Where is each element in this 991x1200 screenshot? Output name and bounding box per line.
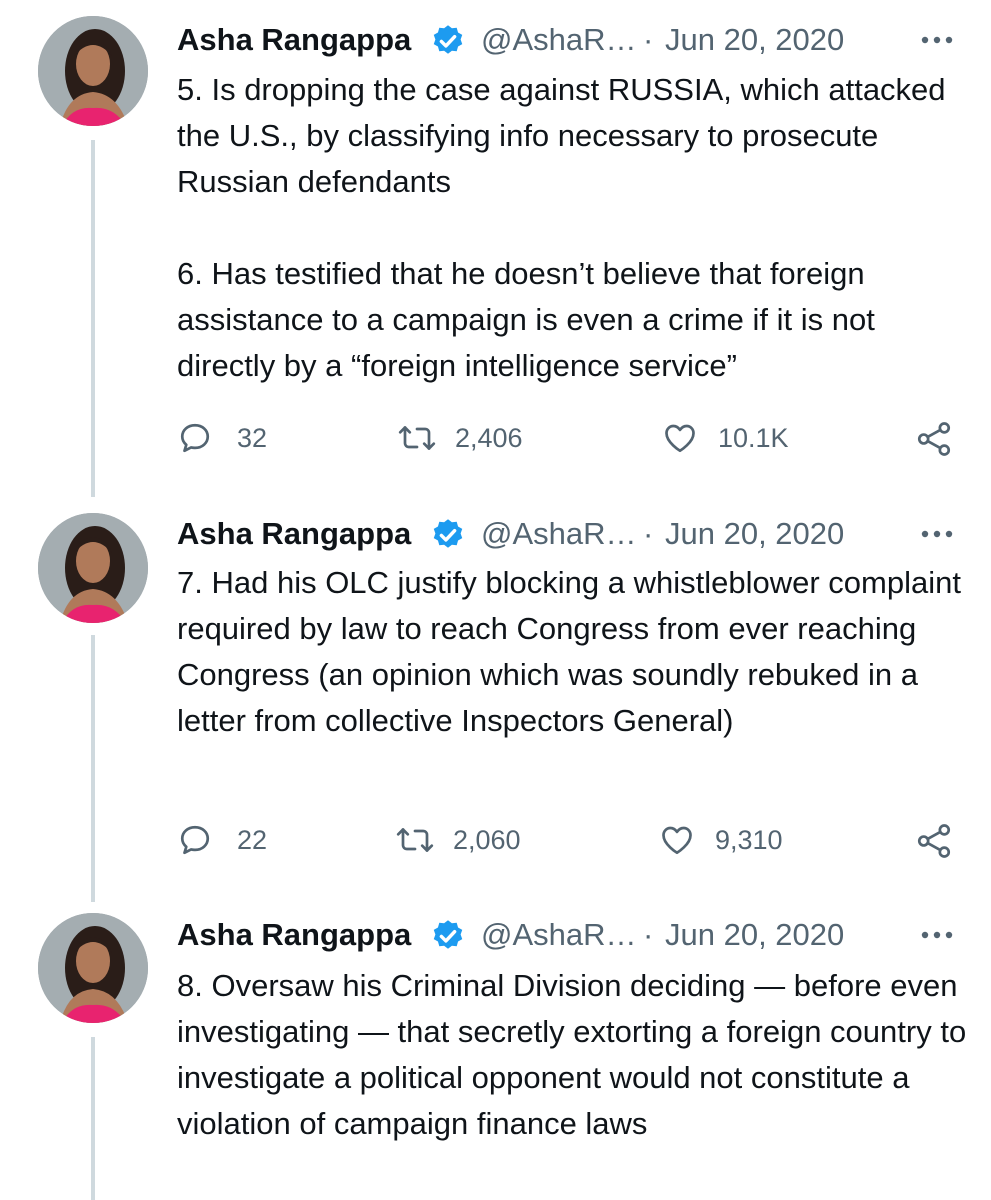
thread-line [91,635,95,902]
avatar-image [38,16,148,126]
heart-icon [665,424,695,453]
tweet-text: 8. Oversaw his Criminal Division decidin… [177,968,967,1141]
retweet-count: 2,406 [455,423,523,453]
like-button[interactable]: 10.1K [662,416,812,460]
reply-button[interactable]: 22 [177,818,297,862]
share-nodes-icon [917,422,951,456]
reply-count: 22 [237,825,268,855]
tweet-header: Asha Rangappa @AshaR… · Jun 20, 2020 [177,915,967,955]
speech-bubble-icon [180,423,210,453]
separator-dot: · [643,917,654,952]
author-handle[interactable]: @AshaR… [481,20,637,60]
speech-bubble-icon [180,825,210,855]
retweet-button[interactable]: 2,406 [397,416,557,460]
tweet-date[interactable]: Jun 20, 2020 [665,915,844,955]
avatar-image [38,913,148,1023]
author-handle[interactable]: @AshaR… [481,915,637,955]
retweet-arrows-icon [398,426,436,450]
more-options-icon[interactable] [917,915,957,955]
like-count: 9,310 [715,825,783,855]
author-name[interactable]: Asha Rangappa [177,514,411,554]
verified-badge-icon [433,920,463,949]
share-nodes-icon [917,824,951,858]
more-options-icon[interactable] [917,20,957,60]
tweet-1[interactable]: Asha Rangappa @AshaR… · Jun 20, 2020 5. … [0,0,991,505]
tweet-date[interactable]: Jun 20, 2020 [665,514,844,554]
retweet-button[interactable]: 2,060 [395,818,555,862]
more-options-icon[interactable] [917,514,957,554]
separator-dot: · [643,22,654,57]
tweet-2[interactable]: Asha Rangappa @AshaR… · Jun 20, 2020 7. … [0,505,991,905]
tweet-3[interactable]: Asha Rangappa @AshaR… · Jun 20, 2020 8. … [0,905,991,1200]
author-name[interactable]: Asha Rangappa [177,20,411,60]
tweet-text: 5. Is dropping the case against RUSSIA, … [177,72,946,383]
avatar[interactable] [38,16,148,126]
verified-badge-icon [433,25,463,54]
tweet-text: 7. Had his OLC justify blocking a whistl… [177,565,961,738]
avatar-image [38,513,148,623]
heart-icon [662,826,692,855]
tweet-actions: 32 2,406 10.1K [177,416,967,460]
verified-badge-icon [433,519,463,548]
thread-line [91,1037,95,1200]
avatar[interactable] [38,513,148,623]
reply-count: 32 [237,423,268,453]
tweet-date[interactable]: Jun 20, 2020 [665,20,844,60]
share-button[interactable] [915,416,955,460]
tweet-actions: 22 2,060 9,310 [177,818,967,862]
separator-dot: · [643,516,654,551]
like-count: 10.1K [718,423,789,453]
retweet-count: 2,060 [453,825,521,855]
share-button[interactable] [915,818,955,862]
tweet-header: Asha Rangappa @AshaR… · Jun 20, 2020 [177,514,967,554]
thread-line [91,140,95,497]
avatar[interactable] [38,913,148,1023]
author-name[interactable]: Asha Rangappa [177,915,411,955]
reply-button[interactable]: 32 [177,416,297,460]
tweet-header: Asha Rangappa @AshaR… · Jun 20, 2020 [177,20,967,60]
like-button[interactable]: 9,310 [659,818,809,862]
author-handle[interactable]: @AshaR… [481,514,637,554]
retweet-arrows-icon [396,828,434,852]
